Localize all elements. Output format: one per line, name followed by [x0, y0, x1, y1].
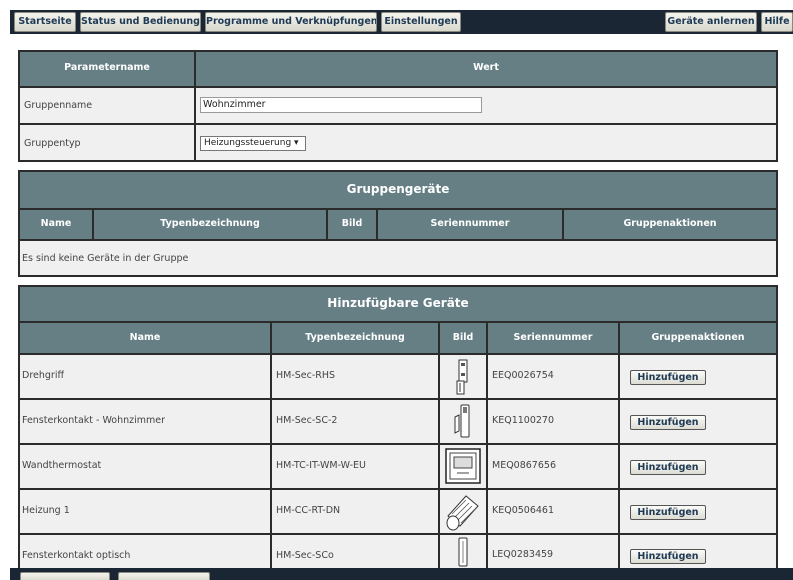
device-serial: MEQ0867656	[492, 460, 556, 471]
device-name: Wandthermostat	[22, 460, 102, 471]
add-device-button[interactable]: Hinzufügen	[630, 460, 706, 475]
group-devices-title: Gruppengeräte	[346, 182, 450, 196]
nav-programs-button[interactable]: Programme und Verknüpfungen	[205, 12, 377, 32]
available-title: Hinzufügbare Geräte	[327, 296, 469, 310]
avail-col-header-name: Name	[129, 332, 161, 343]
device-type: HM-TC-IT-WM-W-EU	[276, 460, 367, 471]
group-empty-message: Es sind keine Geräte in der Gruppe	[22, 253, 189, 264]
group-devices-table: Gruppengeräte Name Typenbezeichnung Bild…	[18, 170, 778, 277]
col-header-actions: Gruppenaktionen	[623, 218, 717, 229]
device-name: Fensterkontakt optisch	[22, 550, 131, 561]
nav-settings-button[interactable]: Einstellungen	[381, 12, 461, 32]
nav-home-button[interactable]: Startseite	[14, 12, 76, 32]
window-handle-icon	[456, 359, 468, 395]
parameter-name-header: Parametername	[64, 62, 150, 73]
group-devices-header-row: Name Typenbezeichnung Bild Seriennummer …	[20, 210, 776, 239]
nav-status-button[interactable]: Status und Bedienung	[80, 12, 201, 32]
add-device-button[interactable]: Hinzufügen	[630, 505, 706, 520]
table-row: Fensterkontakt - Wohnzimmer HM-Sec-SC-2 …	[20, 400, 776, 443]
group-name-label: Gruppenname	[24, 100, 93, 111]
add-device-button[interactable]: Hinzufügen	[630, 415, 706, 430]
device-type: HM-Sec-RHS	[276, 370, 336, 381]
parameter-header-row: Parametername Wert	[20, 52, 776, 86]
window-contact-icon	[454, 404, 470, 438]
add-device-button[interactable]: Hinzufügen	[630, 549, 706, 564]
add-device-button[interactable]: Hinzufügen	[630, 370, 706, 385]
available-devices-table: Hinzufügbare Geräte Name Typenbezeichnun…	[18, 285, 778, 580]
col-header-serial: Seriennummer	[430, 218, 510, 229]
device-serial: LEQ0283459	[492, 549, 554, 560]
col-header-type: Typenbezeichnung	[160, 218, 260, 229]
device-name: Fensterkontakt - Wohnzimmer	[22, 415, 166, 426]
device-name: Heizung 1	[22, 505, 70, 516]
avail-col-header-actions: Gruppenaktionen	[651, 332, 745, 343]
radiator-thermostat-icon	[446, 495, 479, 531]
device-type: HM-CC-RT-DN	[276, 505, 341, 516]
table-row: Wandthermostat HM-TC-IT-WM-W-EU MEQ08676…	[20, 445, 776, 488]
bottom-button-left[interactable]	[20, 572, 110, 580]
group-devices-title-row: Gruppengeräte	[20, 172, 776, 208]
group-type-select[interactable]: Heizungssteuerung ▾	[200, 136, 306, 151]
parameter-value-header: Wert	[473, 62, 499, 73]
device-serial: EEQ0026754	[492, 370, 554, 381]
parameter-table: Parametername Wert Gruppenname Wohnzimme…	[18, 50, 778, 162]
nav-help-button[interactable]: Hilfe	[761, 12, 793, 32]
device-type: HM-Sec-SC-2	[276, 415, 338, 426]
col-header-name: Name	[40, 218, 72, 229]
optical-contact-icon	[458, 537, 468, 567]
available-header-row: Name Typenbezeichnung Bild Seriennummer …	[20, 323, 776, 353]
avail-col-header-serial: Seriennummer	[513, 332, 593, 343]
avail-col-header-type: Typenbezeichnung	[305, 332, 405, 343]
col-header-image: Bild	[341, 218, 363, 229]
avail-col-header-image: Bild	[452, 332, 474, 343]
group-name-input[interactable]: Wohnzimmer	[200, 97, 482, 113]
table-row: Heizung 1 HM-CC-RT-DN KEQ0506461 Hinzufü…	[20, 490, 776, 533]
table-row: Drehgriff HM-Sec-RHS EEQ0026754 Hinzufüg…	[20, 355, 776, 398]
available-title-row: Hinzufügbare Geräte	[20, 287, 776, 321]
device-serial: KEQ0506461	[492, 505, 555, 516]
wall-thermostat-icon	[445, 448, 481, 484]
bottom-button-right[interactable]	[118, 572, 210, 580]
top-navigation: Startseite Status und Bedienung Programm…	[0, 0, 793, 40]
device-type: HM-Sec-SCo	[276, 550, 334, 561]
group-type-label: Gruppentyp	[24, 138, 81, 149]
device-name: Drehgriff	[22, 370, 64, 381]
device-serial: KEQ1100270	[492, 415, 555, 426]
nav-teach-devices-button[interactable]: Geräte anlernen	[665, 12, 757, 32]
